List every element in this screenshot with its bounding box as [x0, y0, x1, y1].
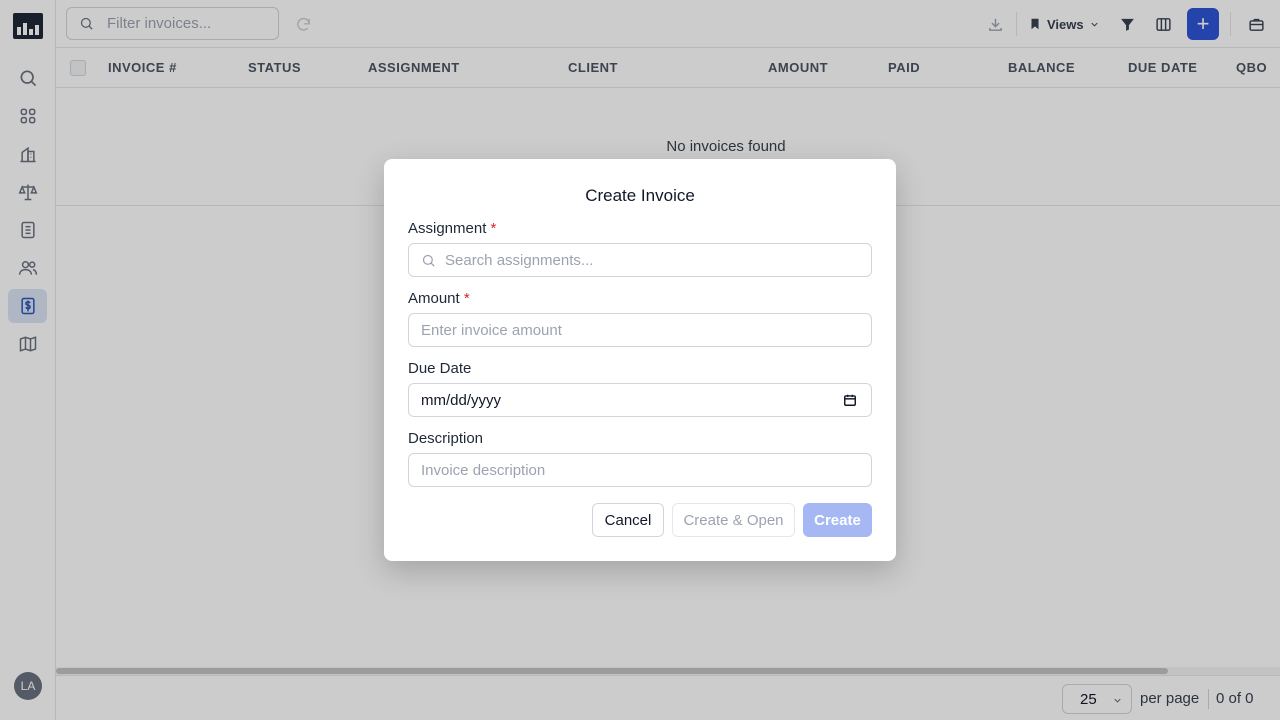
cancel-button[interactable]: Cancel — [592, 503, 664, 537]
search-icon — [422, 254, 435, 267]
due-date-value: mm/dd/yyyy — [421, 391, 502, 409]
due-date-input[interactable]: mm/dd/yyyy — [408, 383, 872, 417]
required-marker: * — [463, 290, 470, 307]
description-placeholder: Invoice description — [421, 461, 546, 479]
due-date-label: Due Date — [408, 360, 472, 377]
calendar-icon[interactable] — [843, 393, 857, 407]
create-button[interactable]: Create — [803, 503, 872, 537]
create-and-open-button[interactable]: Create & Open — [672, 503, 795, 537]
description-label: Description — [408, 430, 484, 447]
required-marker: * — [490, 220, 497, 237]
assignment-search-input[interactable]: Search assignments... — [408, 243, 872, 277]
description-input[interactable]: Invoice description — [408, 453, 872, 487]
assignment-label: Assignment * — [408, 220, 497, 237]
modal-title: Create Invoice — [585, 186, 695, 205]
create-invoice-modal: Create Invoice Assignment * Search assig… — [384, 159, 896, 561]
amount-input[interactable]: Enter invoice amount — [408, 313, 872, 347]
assignment-placeholder: Search assignments... — [445, 251, 594, 269]
amount-label: Amount * — [408, 290, 470, 307]
amount-placeholder: Enter invoice amount — [421, 321, 562, 339]
